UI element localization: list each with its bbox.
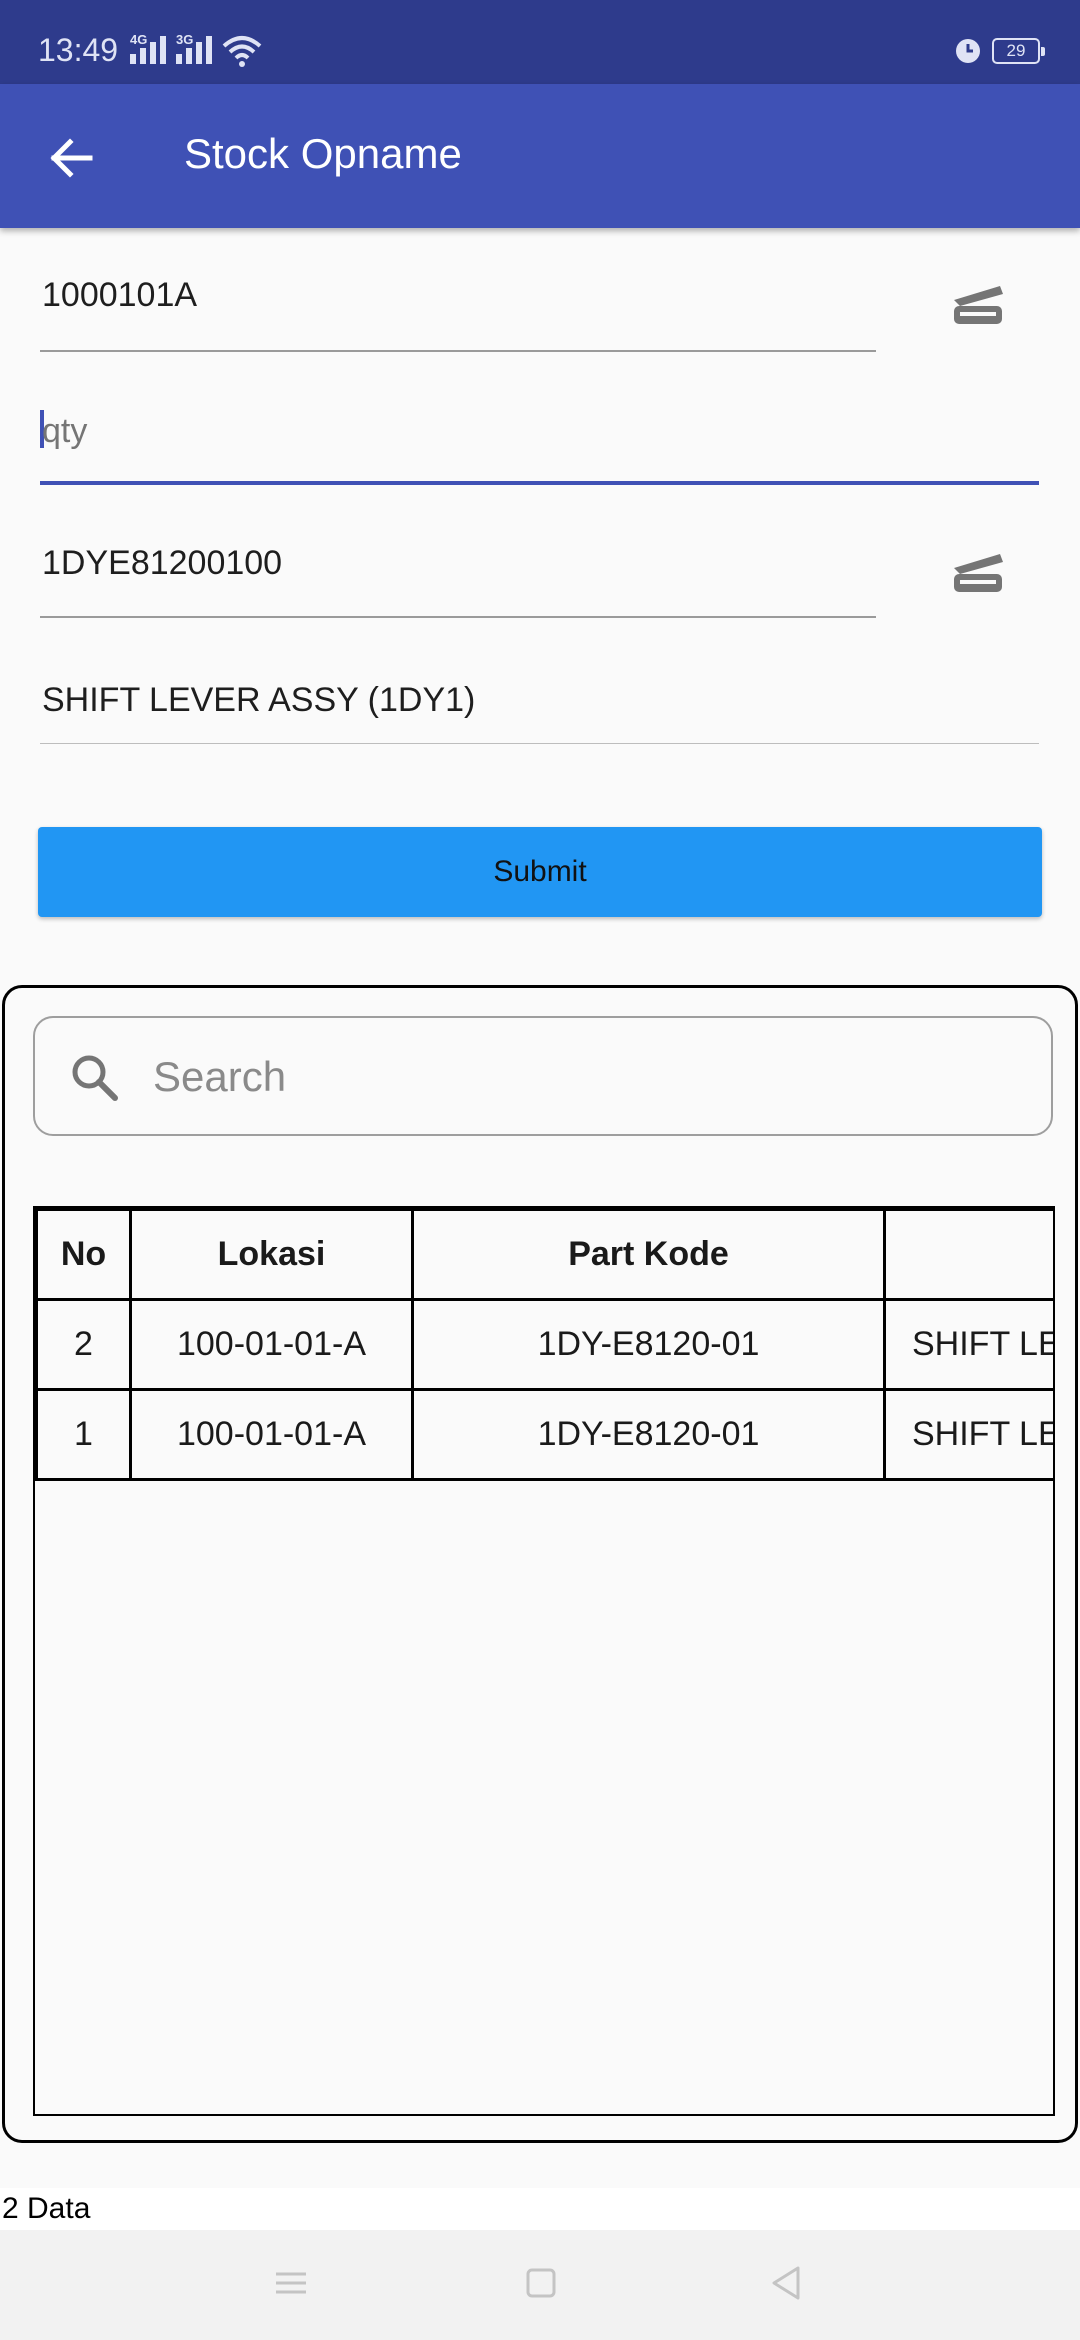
location-field[interactable]: 1000101A (40, 272, 876, 354)
part-name-underline (40, 743, 1039, 744)
cell-part-kode: 1DY-E8120-01 (411, 1298, 886, 1391)
column-header-name (883, 1208, 1053, 1301)
alarm-icon (956, 39, 980, 63)
battery-icon: 29 (992, 38, 1045, 64)
cell-lokasi: 100-01-01-A (129, 1388, 414, 1481)
search-icon (72, 1055, 118, 1101)
column-header-part-kode: Part Kode (411, 1208, 886, 1301)
status-time: 13:49 (38, 32, 119, 68)
data-table: No Lokasi Part Kode 2 100-01-01-A 1DY-E8… (33, 1206, 1055, 2116)
home-icon[interactable] (516, 2258, 566, 2308)
part-name-field: SHIFT LEVER ASSY (1DY1) (40, 677, 1039, 747)
arrow-left-icon[interactable] (40, 126, 104, 190)
part-code-field[interactable]: 1DYE81200100 (40, 540, 876, 622)
signal-4g-icon: 4G (130, 32, 166, 64)
cell-no: 1 (35, 1388, 132, 1481)
column-header-no: No (35, 1208, 132, 1301)
qty-input[interactable] (42, 410, 1002, 452)
part-name-value: SHIFT LEVER ASSY (1DY1) (42, 681, 476, 719)
menu-icon[interactable] (266, 2258, 316, 2308)
location-underline (40, 350, 876, 352)
status-bar: 13:49 4G 3G 29 (0, 0, 1080, 84)
cell-name: SHIFT LE (883, 1298, 1053, 1391)
search-box[interactable] (33, 1016, 1053, 1136)
location-value: 1000101A (42, 276, 198, 314)
part-code-underline (40, 616, 876, 618)
column-header-lokasi: Lokasi (129, 1208, 414, 1301)
search-input[interactable] (153, 1046, 1033, 1108)
page-title: Stock Opname (184, 130, 462, 177)
signal-3g-icon: 3G (176, 32, 212, 64)
part-code-value: 1DYE81200100 (42, 544, 283, 582)
data-count-label: 2 Data (0, 2188, 1080, 2230)
wifi-icon (222, 36, 262, 67)
cell-part-kode: 1DY-E8120-01 (411, 1388, 886, 1481)
table-row[interactable]: 2 100-01-01-A 1DY-E8120-01 SHIFT LE (35, 1298, 1053, 1391)
qty-underline-focused (40, 481, 1039, 485)
table-row[interactable]: 1 100-01-01-A 1DY-E8120-01 SHIFT LE (35, 1388, 1053, 1481)
cell-name: SHIFT LE (883, 1388, 1053, 1481)
cell-no: 2 (35, 1298, 132, 1391)
data-panel: No Lokasi Part Kode 2 100-01-01-A 1DY-E8… (2, 985, 1078, 2143)
barcode-scanner-icon[interactable] (946, 538, 1010, 602)
submit-button[interactable]: Submit (38, 827, 1042, 917)
barcode-scanner-icon[interactable] (946, 270, 1010, 334)
back-triangle-icon[interactable] (762, 2258, 812, 2308)
system-nav-bar (0, 2230, 1080, 2340)
table-header-row: No Lokasi Part Kode (35, 1208, 1053, 1301)
app-bar: Stock Opname (0, 84, 1080, 228)
cell-lokasi: 100-01-01-A (129, 1298, 414, 1391)
